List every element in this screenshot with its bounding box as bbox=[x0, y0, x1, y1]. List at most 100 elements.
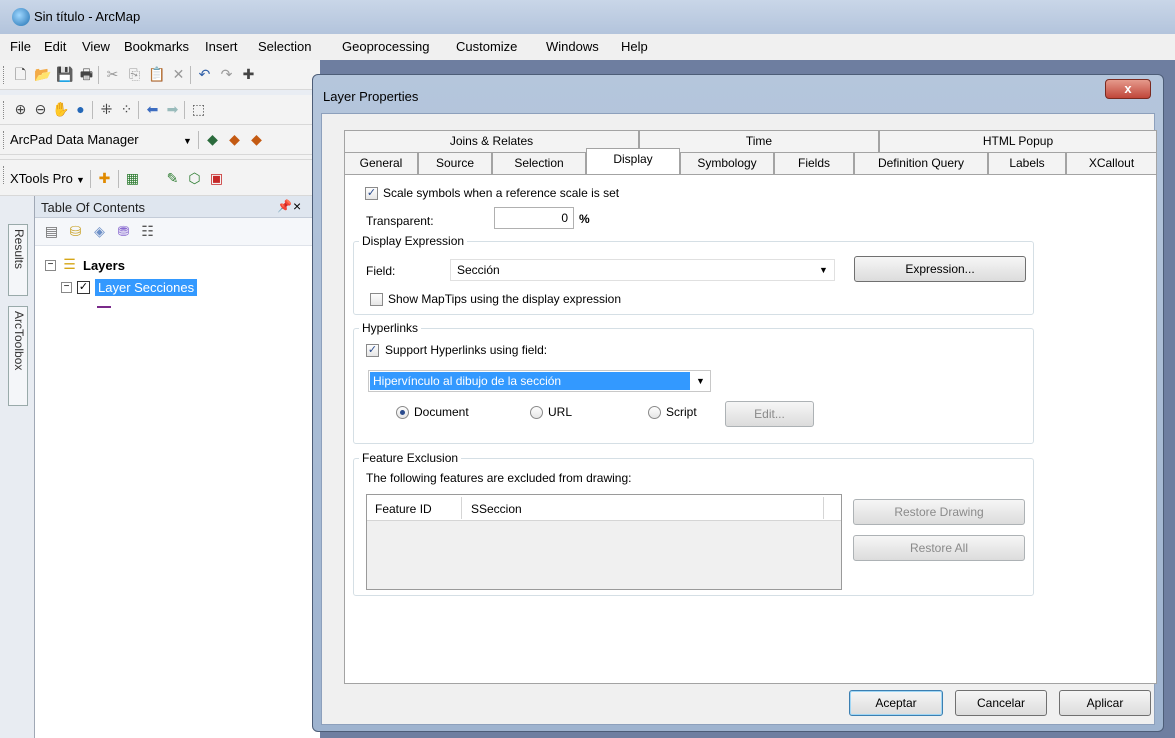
globe-button-icon[interactable]: ● bbox=[72, 101, 89, 118]
cancel-button[interactable]: Cancelar bbox=[955, 690, 1047, 716]
tab-display[interactable]: Display bbox=[586, 148, 680, 174]
xtools-edit-icon[interactable]: ✎ bbox=[164, 170, 181, 187]
xtools-overlay-icon[interactable]: ▣ bbox=[208, 170, 225, 187]
column-header-sseccion[interactable]: SSeccion bbox=[471, 502, 522, 516]
list-by-selection-icon[interactable]: ⛃ bbox=[115, 223, 132, 240]
pin-icon[interactable]: 📌 bbox=[277, 199, 292, 213]
open-folder-icon[interactable]: 📂 bbox=[34, 66, 51, 83]
ok-button[interactable]: Aceptar bbox=[849, 690, 943, 716]
feature-exclusion-description: The following features are excluded from… bbox=[366, 471, 632, 485]
layer-secciones-item[interactable]: Layer Secciones bbox=[95, 279, 198, 296]
menu-view[interactable]: View bbox=[82, 39, 110, 54]
hyperlinks-group: Hyperlinks ✓ Support Hyperlinks using fi… bbox=[353, 321, 1034, 444]
excluded-features-table[interactable]: Feature ID SSeccion bbox=[366, 494, 842, 590]
transparent-input[interactable]: 0 bbox=[494, 207, 574, 229]
xtools-shapes-icon[interactable]: ⬡ bbox=[186, 170, 203, 187]
fixed-in-button-icon[interactable]: ⁜ bbox=[98, 101, 115, 118]
script-radio[interactable] bbox=[648, 406, 661, 419]
save-icon[interactable]: 💾 bbox=[56, 66, 73, 83]
restore-drawing-button[interactable]: Restore Drawing bbox=[853, 499, 1025, 525]
forward-button-icon[interactable]: ➡ bbox=[164, 101, 181, 118]
menu-help[interactable]: Help bbox=[621, 39, 648, 54]
xtools-add-icon[interactable]: ✚ bbox=[96, 170, 113, 187]
dialog-close-button[interactable]: x bbox=[1105, 79, 1151, 99]
document-radio[interactable] bbox=[396, 406, 409, 419]
menu-file[interactable]: File bbox=[10, 39, 31, 54]
tab-definition-query[interactable]: Definition Query bbox=[854, 152, 988, 174]
script-radio-label: Script bbox=[666, 405, 697, 419]
layers-icon: ☰ bbox=[63, 256, 76, 272]
arcpad-dropdown-icon[interactable]: ▼ bbox=[183, 136, 192, 146]
tab-html-popup[interactable]: HTML Popup bbox=[879, 130, 1157, 152]
url-radio[interactable] bbox=[530, 406, 543, 419]
transparent-label: Transparent: bbox=[366, 214, 434, 228]
xtools-table-icon[interactable]: ▦ bbox=[124, 170, 141, 187]
tab-general[interactable]: General bbox=[344, 152, 418, 174]
apply-button[interactable]: Aplicar bbox=[1059, 690, 1151, 716]
menu-customize[interactable]: Customize bbox=[456, 39, 517, 54]
list-by-drawing-order-icon[interactable]: ▤ bbox=[43, 223, 60, 240]
menu-insert[interactable]: Insert bbox=[205, 39, 238, 54]
menu-bookmarks[interactable]: Bookmarks bbox=[124, 39, 189, 54]
layer-collapse-icon[interactable]: − bbox=[61, 282, 72, 293]
layer-symbol[interactable] bbox=[97, 306, 111, 308]
redo-icon[interactable]: ↷ bbox=[218, 66, 235, 83]
tab-selection[interactable]: Selection bbox=[492, 152, 586, 174]
tab-xcallout[interactable]: XCallout bbox=[1066, 152, 1157, 174]
fixed-out-button-icon[interactable]: ⁘ bbox=[118, 101, 135, 118]
zoom-out-button-icon[interactable]: ⊖ bbox=[32, 101, 49, 118]
tab-labels[interactable]: Labels bbox=[988, 152, 1066, 174]
list-by-visibility-icon[interactable]: ◈ bbox=[91, 223, 108, 240]
print-icon[interactable]: 🖶 bbox=[78, 66, 95, 83]
chevron-down-icon[interactable]: ▼ bbox=[819, 265, 828, 275]
title-bar: Sin título - ArcMap bbox=[0, 0, 1175, 34]
arctoolbox-tab[interactable]: ArcToolbox bbox=[8, 306, 28, 406]
options-icon[interactable]: ☷ bbox=[139, 223, 156, 240]
close-icon[interactable]: × bbox=[293, 198, 301, 214]
pan-button-icon[interactable]: ✋ bbox=[52, 101, 69, 118]
add-data-icon[interactable]: ✚ bbox=[240, 66, 257, 83]
chevron-down-icon[interactable]: ▼ bbox=[696, 376, 705, 386]
menu-geoprocessing[interactable]: Geoprocessing bbox=[342, 39, 429, 54]
menu-windows[interactable]: Windows bbox=[546, 39, 599, 54]
tab-symbology[interactable]: Symbology bbox=[680, 152, 774, 174]
layer-visibility-checkbox[interactable]: ✓ bbox=[77, 281, 90, 294]
menu-edit[interactable]: Edit bbox=[44, 39, 66, 54]
feature-exclusion-title: Feature Exclusion bbox=[359, 451, 462, 465]
new-document-icon[interactable]: 🗋 bbox=[12, 66, 29, 83]
menu-selection[interactable]: Selection bbox=[258, 39, 311, 54]
select-button-icon[interactable]: ⬚ bbox=[190, 101, 207, 118]
expression-button[interactable]: Expression... bbox=[854, 256, 1026, 282]
layers-collapse-icon[interactable]: − bbox=[45, 260, 56, 271]
arcmap-app-icon bbox=[12, 8, 30, 26]
undo-icon[interactable]: ↶ bbox=[196, 66, 213, 83]
toolbar-grip-zoom bbox=[3, 101, 6, 119]
support-hyperlinks-checkbox[interactable]: ✓ bbox=[366, 344, 379, 357]
paste-icon[interactable]: 📋 bbox=[148, 66, 165, 83]
cut-icon[interactable]: ✂ bbox=[104, 66, 121, 83]
toolbar-grip[interactable] bbox=[3, 66, 6, 84]
column-header-feature-id[interactable]: Feature ID bbox=[375, 502, 432, 516]
zoom-in-button-icon[interactable]: ⊕ bbox=[12, 101, 29, 118]
arcpad-check-in-icon[interactable]: ◆ bbox=[226, 131, 243, 148]
delete-icon[interactable]: ✕ bbox=[170, 66, 187, 83]
tab-fields[interactable]: Fields bbox=[774, 152, 854, 174]
tab-source[interactable]: Source bbox=[418, 152, 492, 174]
arcpad-get-data-icon[interactable]: ◆ bbox=[204, 131, 221, 148]
edit-button[interactable]: Edit... bbox=[725, 401, 814, 427]
display-expression-title: Display Expression bbox=[359, 234, 468, 248]
layers-label[interactable]: Layers bbox=[83, 258, 125, 273]
list-by-source-icon[interactable]: ⛁ bbox=[67, 223, 84, 240]
back-button-icon[interactable]: ⬅ bbox=[144, 101, 161, 118]
restore-all-button[interactable]: Restore All bbox=[853, 535, 1025, 561]
show-maptips-checkbox[interactable] bbox=[370, 293, 383, 306]
copy-icon[interactable]: ⎘ bbox=[126, 66, 143, 83]
hyperlink-field-select[interactable]: Hipervínculo al dibujo de la sección ▼ bbox=[368, 370, 711, 392]
scale-symbols-checkbox[interactable]: ✓ bbox=[365, 187, 378, 200]
xtools-pro-menu[interactable]: XTools Pro bbox=[10, 171, 73, 186]
xtools-dropdown-icon[interactable]: ▼ bbox=[76, 175, 85, 185]
field-select[interactable]: Sección ▼ bbox=[450, 259, 835, 281]
arcpad-check-out-icon[interactable]: ◆ bbox=[248, 131, 265, 148]
results-tab[interactable]: Results bbox=[8, 224, 28, 296]
arcpad-data-manager-menu[interactable]: ArcPad Data Manager bbox=[10, 132, 139, 147]
